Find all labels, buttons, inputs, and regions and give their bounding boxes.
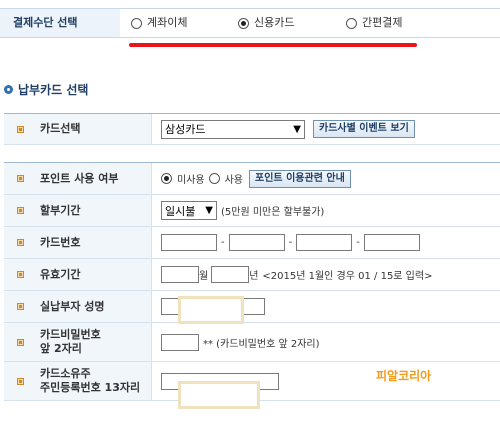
- radio-label: 신용카드: [254, 16, 295, 29]
- expiry-month-input[interactable]: [161, 266, 199, 283]
- row-header: 카드비밀번호 앞 2자리: [4, 323, 152, 361]
- row-content: - - -: [161, 227, 500, 258]
- select-value: 삼성카드: [165, 123, 206, 136]
- section-title: 납부카드 선택: [4, 81, 88, 97]
- card-number-input-4[interactable]: [363, 234, 420, 251]
- chevron-down-icon: ▼: [205, 205, 213, 216]
- radio-circle[interactable]: [238, 17, 249, 29]
- separator: -: [288, 237, 293, 248]
- radio-label: 사용: [224, 175, 244, 186]
- radio-points-unused[interactable]: [161, 173, 172, 184]
- square-bullet-icon: [17, 271, 24, 278]
- card-password-label: 카드비밀번호 앞 2자리: [40, 328, 101, 356]
- payment-method-row: 결제수단 선택 계좌이체 신용카드 간편결제: [0, 8, 500, 38]
- installment-select[interactable]: 일시불 ▼: [161, 201, 217, 220]
- square-bullet-icon: [17, 239, 24, 246]
- select-value: 일시불: [165, 204, 196, 218]
- radio-label: 계좌이체: [147, 16, 188, 29]
- expiry-note: <2015년 1월인 경우 01 / 15로 입력>: [262, 271, 433, 282]
- card-select-label: 카드선택: [40, 122, 81, 135]
- row-installment: 할부기간 일시불 ▼ (5만원 미만은 할부불가): [4, 195, 500, 227]
- radio-bank-transfer[interactable]: 계좌이체: [131, 16, 187, 30]
- square-bullet-icon: [17, 125, 24, 133]
- row-content: 일시불 ▼ (5만원 미만은 할부불가): [161, 195, 500, 226]
- square-bullet-icon: [17, 207, 24, 214]
- square-bullet-icon: [17, 303, 24, 310]
- label-line: 주민등록번호 13자리: [40, 381, 141, 394]
- expiry-year-input[interactable]: [211, 266, 250, 283]
- year-unit: 년: [249, 271, 259, 282]
- card-company-select[interactable]: 삼성카드 ▼: [161, 119, 305, 139]
- row-card-password: 카드비밀번호 앞 2자리 ** (카드비밀번호 앞 2자리): [4, 323, 500, 362]
- separator: -: [221, 237, 225, 248]
- card-password-note: ** (카드비밀번호 앞 2자리): [203, 338, 320, 350]
- payment-method-label: 결제수단 선택: [0, 9, 120, 37]
- square-bullet-icon: [17, 175, 24, 182]
- row-content: 미사용 사용 포인트 이용관련 안내: [161, 163, 500, 194]
- redaction-box: [178, 296, 244, 324]
- card-number-input-2[interactable]: [228, 234, 285, 251]
- radio-label: 미사용: [177, 175, 205, 186]
- points-label: 포인트 사용 여부: [40, 171, 119, 185]
- label-line: 카드소유주: [40, 367, 91, 380]
- row-header: 카드소유주 주민등록번호 13자리: [4, 362, 152, 400]
- month-unit: 월: [199, 271, 209, 282]
- row-points: 포인트 사용 여부 미사용 사용 포인트 이용관련 안내: [4, 163, 500, 195]
- row-card-select: 카드선택 삼성카드 ▼ 카드사별 이벤트 보기: [4, 114, 500, 145]
- card-owner-id-label: 카드소유주 주민등록번호 13자리: [40, 367, 140, 395]
- expiry-label: 유효기간: [40, 267, 81, 281]
- bullet-icon: [4, 84, 13, 94]
- card-info-table: 포인트 사용 여부 미사용 사용 포인트 이용관련 안내 할부기간 일시불 ▼ …: [4, 162, 500, 401]
- card-event-button[interactable]: 카드사별 이벤트 보기: [313, 120, 415, 138]
- square-bullet-icon: [17, 338, 24, 346]
- watermark-text: 피알코리아: [376, 369, 432, 383]
- row-header: 할부기간: [4, 195, 152, 226]
- card-password-input[interactable]: [161, 333, 199, 351]
- installment-note: (5만원 미만은 할부불가): [221, 207, 325, 218]
- radio-easy-pay[interactable]: 간편결제: [346, 16, 402, 30]
- square-bullet-icon: [17, 377, 24, 385]
- points-guide-button[interactable]: 포인트 이용관련 안내: [249, 169, 351, 188]
- card-number-input-3[interactable]: [296, 234, 353, 251]
- row-expiry: 유효기간 월 년 <2015년 1월인 경우 01 / 15로 입력>: [4, 259, 500, 291]
- row-content: 삼성카드 ▼ 카드사별 이벤트 보기: [161, 114, 500, 144]
- highlight-underline: [129, 43, 417, 47]
- row-header: 실납부자 성명: [4, 291, 152, 322]
- row-content: 월 년 <2015년 1월인 경우 01 / 15로 입력>: [161, 259, 500, 290]
- payer-name-label: 실납부자 성명: [40, 299, 105, 313]
- row-payer-name: 실납부자 성명: [4, 291, 500, 323]
- row-content: ** (카드비밀번호 앞 2자리): [161, 323, 500, 361]
- label-line: 앞 2자리: [40, 342, 82, 355]
- section-title-text: 납부카드 선택: [18, 82, 89, 97]
- chevron-down-icon: ▼: [293, 123, 301, 135]
- radio-circle[interactable]: [346, 17, 357, 29]
- row-header: 카드선택: [4, 114, 152, 144]
- row-header: 유효기간: [4, 259, 152, 290]
- label-line: 카드비밀번호: [40, 328, 101, 341]
- installment-label: 할부기간: [40, 203, 81, 217]
- radio-credit-card[interactable]: 신용카드: [238, 16, 294, 30]
- redaction-box: [178, 381, 260, 409]
- card-select-table: 카드선택 삼성카드 ▼ 카드사별 이벤트 보기: [4, 113, 500, 145]
- card-number-label: 카드번호: [40, 235, 81, 249]
- radio-circle[interactable]: [131, 17, 142, 29]
- separator: -: [356, 237, 360, 248]
- row-header: 카드번호: [4, 227, 152, 258]
- radio-label: 간편결제: [362, 16, 403, 29]
- card-number-input-1[interactable]: [161, 234, 217, 251]
- row-header: 포인트 사용 여부: [4, 163, 152, 194]
- row-card-number: 카드번호 - - -: [4, 227, 500, 259]
- radio-points-used[interactable]: [208, 173, 220, 184]
